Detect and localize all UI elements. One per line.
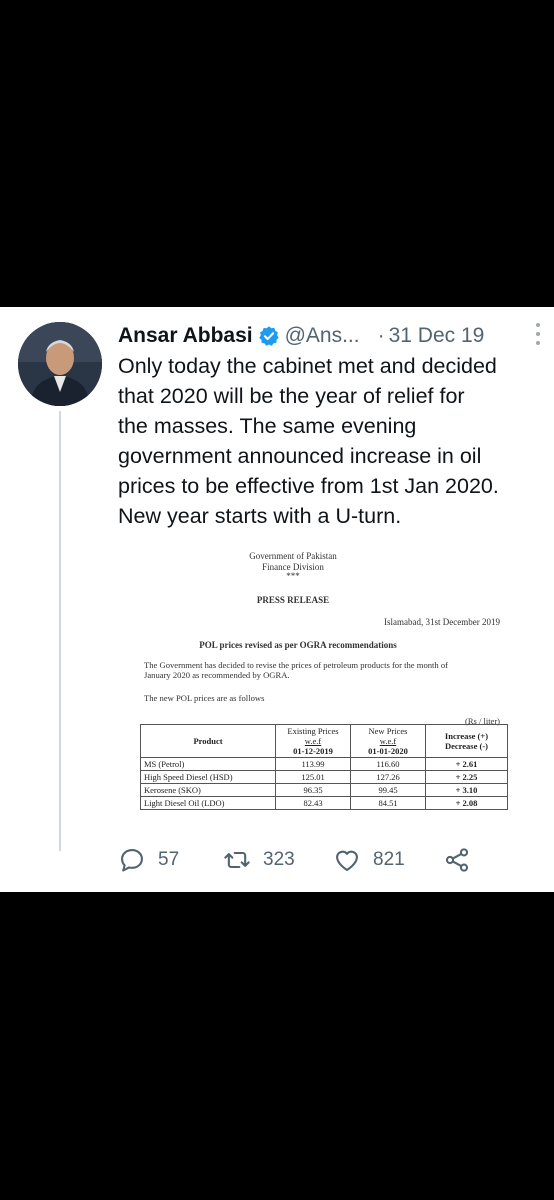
doc-place-date: Islamabad, 31st December 2019 xyxy=(384,617,500,627)
row-existing: 125.01 xyxy=(275,770,351,784)
row-change: + 3.10 xyxy=(425,783,508,797)
tweet-header: Ansar Abbasi @Ans... · 31 Dec 19 xyxy=(118,321,538,351)
reply-button[interactable]: 57 xyxy=(118,846,223,874)
row-product: MS (Petrol) xyxy=(140,757,276,771)
separator-dot: · xyxy=(377,324,385,347)
tweet-text-line: prices to be effective from 1st Jan 2020… xyxy=(118,474,499,498)
col-existing-date: 01-12-2019 xyxy=(293,746,333,756)
table-row: MS (Petrol) 113.99 116.60 + 2.61 xyxy=(140,757,508,771)
avatar[interactable] xyxy=(18,322,102,406)
like-count: 821 xyxy=(373,849,405,870)
row-change: + 2.08 xyxy=(425,796,508,810)
col-new-wef: w.e.f xyxy=(379,736,397,746)
doc-body-line1: The Government has decided to revise the… xyxy=(144,660,449,670)
tweet-card[interactable]: Ansar Abbasi @Ans... · 31 Dec 19 Only to… xyxy=(0,307,554,892)
table-row: Light Diesel Oil (LDO) 82.43 84.51 + 2.0… xyxy=(140,796,508,810)
share-icon xyxy=(445,848,469,872)
retweet-button[interactable]: 323 xyxy=(223,846,333,874)
share-button[interactable] xyxy=(443,846,471,874)
retweet-count: 323 xyxy=(263,849,295,870)
table-row: High Speed Diesel (HSD) 125.01 127.26 + … xyxy=(140,770,508,784)
row-existing: 82.43 xyxy=(275,796,351,810)
row-existing: 96.35 xyxy=(275,783,351,797)
row-new: 116.60 xyxy=(350,757,426,771)
row-product: Light Diesel Oil (LDO) xyxy=(140,796,276,810)
col-existing-label: Existing Prices xyxy=(287,726,339,736)
row-new: 99.45 xyxy=(350,783,426,797)
col-new-label: New Prices xyxy=(368,726,408,736)
like-button[interactable]: 821 xyxy=(333,846,443,874)
tweet-text-line: New year starts with a U-turn. xyxy=(118,504,402,528)
row-change: + 2.25 xyxy=(425,770,508,784)
col-existing: Existing Prices w.e.f 01-12-2019 xyxy=(275,724,351,758)
table-row: Kerosene (SKO) 96.35 99.45 + 3.10 xyxy=(140,783,508,797)
more-icon[interactable] xyxy=(536,323,540,345)
thread-line xyxy=(59,411,61,851)
reply-icon xyxy=(121,849,143,872)
row-product: High Speed Diesel (HSD) xyxy=(140,770,276,784)
row-new: 84.51 xyxy=(350,796,426,810)
tweet-text: Only today the cabinet met and decided t… xyxy=(118,351,543,531)
table-header-row: Product Existing Prices w.e.f 01-12-2019… xyxy=(140,724,508,758)
row-product: Kerosene (SKO) xyxy=(140,783,276,797)
col-change: Increase (+) Decrease (-) xyxy=(425,724,508,758)
retweet-icon xyxy=(224,851,250,869)
col-existing-wef: w.e.f xyxy=(304,736,322,746)
doc-intro: The new POL prices are as follows xyxy=(144,693,265,703)
tweet-text-line: the masses. The same evening xyxy=(118,414,417,438)
doc-body-line2: January 2020 as recommended by OGRA. xyxy=(144,670,290,680)
doc-stars: *** xyxy=(286,571,300,581)
col-increase: Increase (+) xyxy=(444,731,489,741)
author-handle[interactable]: @Ans... xyxy=(285,324,360,348)
col-product: Product xyxy=(140,724,276,758)
row-new: 127.26 xyxy=(350,770,426,784)
col-new-date: 01-01-2020 xyxy=(368,746,408,756)
press-release-image[interactable]: Government of Pakistan Finance Division … xyxy=(118,544,514,834)
tweet-actions: 57 323 821 xyxy=(118,844,538,876)
author-name[interactable]: Ansar Abbasi xyxy=(118,324,253,348)
doc-org-line1: Government of Pakistan xyxy=(249,551,337,561)
col-decrease: Decrease (-) xyxy=(444,741,489,751)
row-existing: 113.99 xyxy=(275,757,351,771)
price-table: Product Existing Prices w.e.f 01-12-2019… xyxy=(140,724,508,810)
reply-count: 57 xyxy=(158,849,180,870)
doc-subject: POL prices revised as per OGRA recommend… xyxy=(199,640,397,650)
tweet-text-line: Only today the cabinet met and decided xyxy=(118,354,497,378)
tweet-date[interactable]: 31 Dec 19 xyxy=(389,324,485,348)
doc-heading: PRESS RELEASE xyxy=(256,595,330,605)
tweet-text-line: government announced increase in oil xyxy=(118,444,482,468)
verified-badge-icon xyxy=(258,326,279,346)
heart-icon xyxy=(336,850,358,871)
col-new: New Prices w.e.f 01-01-2020 xyxy=(350,724,426,758)
row-change: + 2.61 xyxy=(425,757,508,771)
tweet-text-line: that 2020 will be the year of relief for xyxy=(118,384,465,408)
